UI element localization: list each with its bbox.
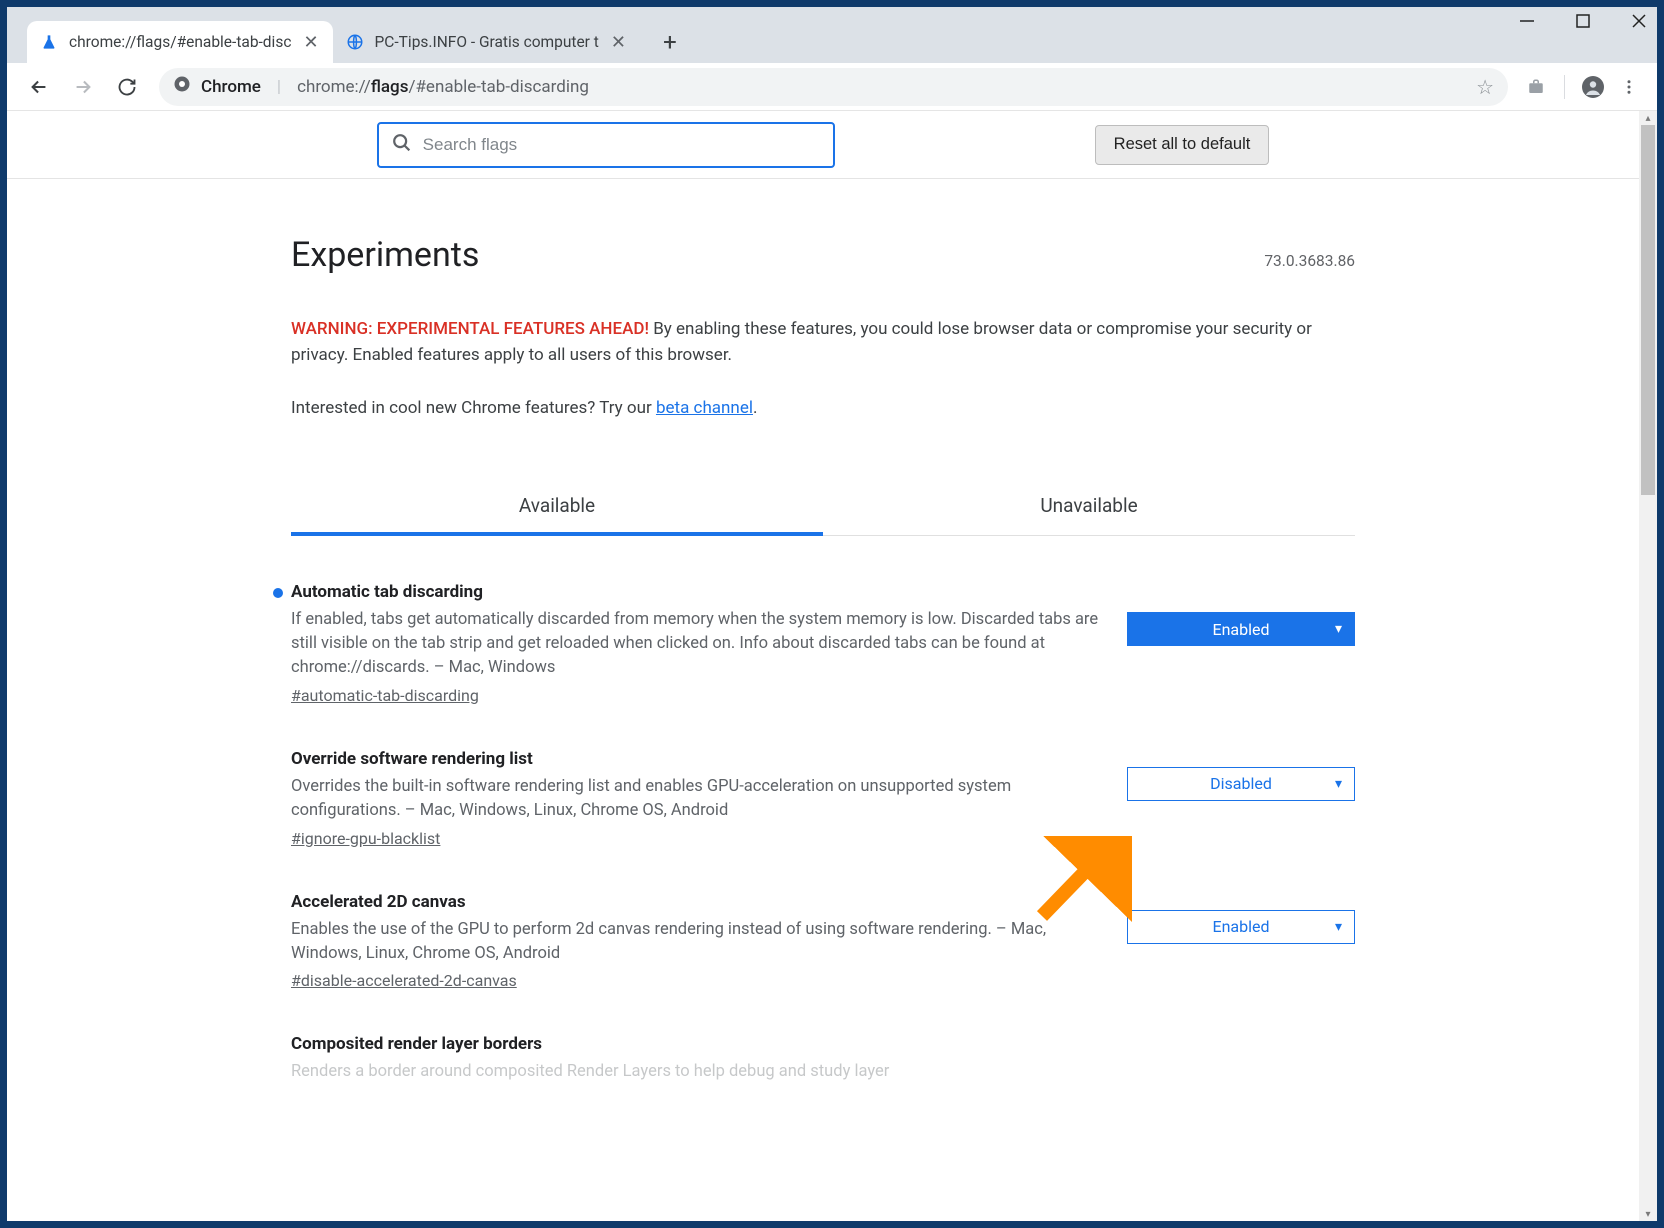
flag-description: Overrides the built-in software renderin… [291, 775, 1103, 823]
search-flags-field[interactable] [377, 122, 835, 168]
close-icon[interactable]: ✕ [301, 32, 320, 53]
flag-dropdown[interactable]: Enabled [1127, 910, 1355, 944]
titlebar: chrome://flags/#enable-tab-disc ✕ PC-Tip… [7, 7, 1657, 63]
beta-channel-link[interactable]: beta channel [656, 398, 753, 418]
globe-icon [345, 32, 365, 52]
address-bar[interactable]: Chrome | chrome://flags/#enable-tab-disc… [159, 68, 1508, 106]
modified-indicator-dot [273, 588, 283, 598]
flag-title: Accelerated 2D canvas [291, 892, 1103, 912]
tab-strip: chrome://flags/#enable-tab-disc ✕ PC-Tip… [7, 7, 688, 63]
search-input[interactable] [423, 135, 821, 155]
flag-title: Composited render layer borders [291, 1034, 1331, 1054]
browser-tab-active[interactable]: chrome://flags/#enable-tab-disc ✕ [27, 21, 333, 63]
page-title: Experiments [291, 235, 479, 275]
flask-icon [39, 32, 59, 52]
scrollbar-thumb[interactable] [1641, 125, 1655, 495]
flag-dropdown[interactable]: Disabled [1127, 767, 1355, 801]
flag-title: Override software rendering list [291, 749, 1103, 769]
reload-button[interactable] [109, 69, 145, 105]
flags-topbar: Reset all to default [7, 111, 1639, 179]
flags-tab-row: Available Unavailable [291, 480, 1355, 536]
briefcase-icon[interactable] [1522, 73, 1550, 101]
version-label: 73.0.3683.86 [1264, 252, 1355, 270]
kebab-menu-icon[interactable] [1615, 73, 1643, 101]
profile-avatar-icon[interactable] [1579, 73, 1607, 101]
content-frame: Reset all to default Experiments 73.0.36… [7, 111, 1657, 1221]
tab-title: chrome://flags/#enable-tab-disc [69, 33, 291, 51]
reset-all-button[interactable]: Reset all to default [1095, 125, 1270, 165]
new-tab-button[interactable]: + [652, 24, 688, 60]
back-button[interactable] [21, 69, 57, 105]
minimize-button[interactable] [1517, 11, 1537, 31]
flag-item: Automatic tab discarding If enabled, tab… [291, 582, 1355, 705]
flag-dropdown[interactable]: Enabled [1127, 612, 1355, 646]
flags-body: Experiments 73.0.3683.86 WARNING: EXPERI… [291, 179, 1355, 1084]
flag-hash-link[interactable]: #automatic-tab-discarding [291, 686, 479, 705]
browser-tab[interactable]: PC-Tips.INFO - Gratis computer t ✕ [333, 21, 640, 63]
close-icon[interactable]: ✕ [609, 32, 628, 53]
search-icon [391, 132, 413, 158]
scroll-down-arrow[interactable]: ▾ [1639, 1207, 1657, 1221]
scroll-up-arrow[interactable]: ▴ [1639, 111, 1657, 125]
tab-title: PC-Tips.INFO - Gratis computer t [375, 33, 599, 51]
warning-text: WARNING: EXPERIMENTAL FEATURES AHEAD! By… [291, 317, 1355, 368]
beta-channel-text: Interested in cool new Chrome features? … [291, 398, 1355, 418]
chrome-icon [173, 75, 191, 98]
scrollbar[interactable]: ▴ ▾ [1639, 111, 1657, 1221]
flag-description: Enables the use of the GPU to perform 2d… [291, 918, 1103, 966]
forward-button[interactable] [65, 69, 101, 105]
flag-description: Renders a border around composited Rende… [291, 1060, 1331, 1084]
flag-title: Automatic tab discarding [291, 582, 1103, 602]
window-controls [1517, 11, 1649, 31]
flag-item: Composited render layer borders Renders … [291, 1034, 1355, 1084]
maximize-button[interactable] [1573, 11, 1593, 31]
browser-window: chrome://flags/#enable-tab-disc ✕ PC-Tip… [7, 7, 1657, 1221]
flag-hash-link[interactable]: #disable-accelerated-2d-canvas [291, 971, 517, 990]
tab-unavailable[interactable]: Unavailable [823, 480, 1355, 535]
flag-item: Accelerated 2D canvas Enables the use of… [291, 892, 1355, 991]
flag-description: If enabled, tabs get automatically disca… [291, 608, 1103, 680]
omnibox-url: chrome://flags/#enable-tab-discarding [297, 77, 589, 97]
omnibox-chrome-label: Chrome [201, 77, 261, 97]
flag-list: Automatic tab discarding If enabled, tab… [291, 582, 1355, 1084]
bookmark-star-icon[interactable]: ☆ [1476, 75, 1494, 99]
close-window-button[interactable] [1629, 11, 1649, 31]
flag-item: Override software rendering list Overrid… [291, 749, 1355, 848]
tab-available[interactable]: Available [291, 480, 823, 535]
flag-hash-link[interactable]: #ignore-gpu-blacklist [291, 829, 440, 848]
browser-toolbar: Chrome | chrome://flags/#enable-tab-disc… [7, 63, 1657, 111]
